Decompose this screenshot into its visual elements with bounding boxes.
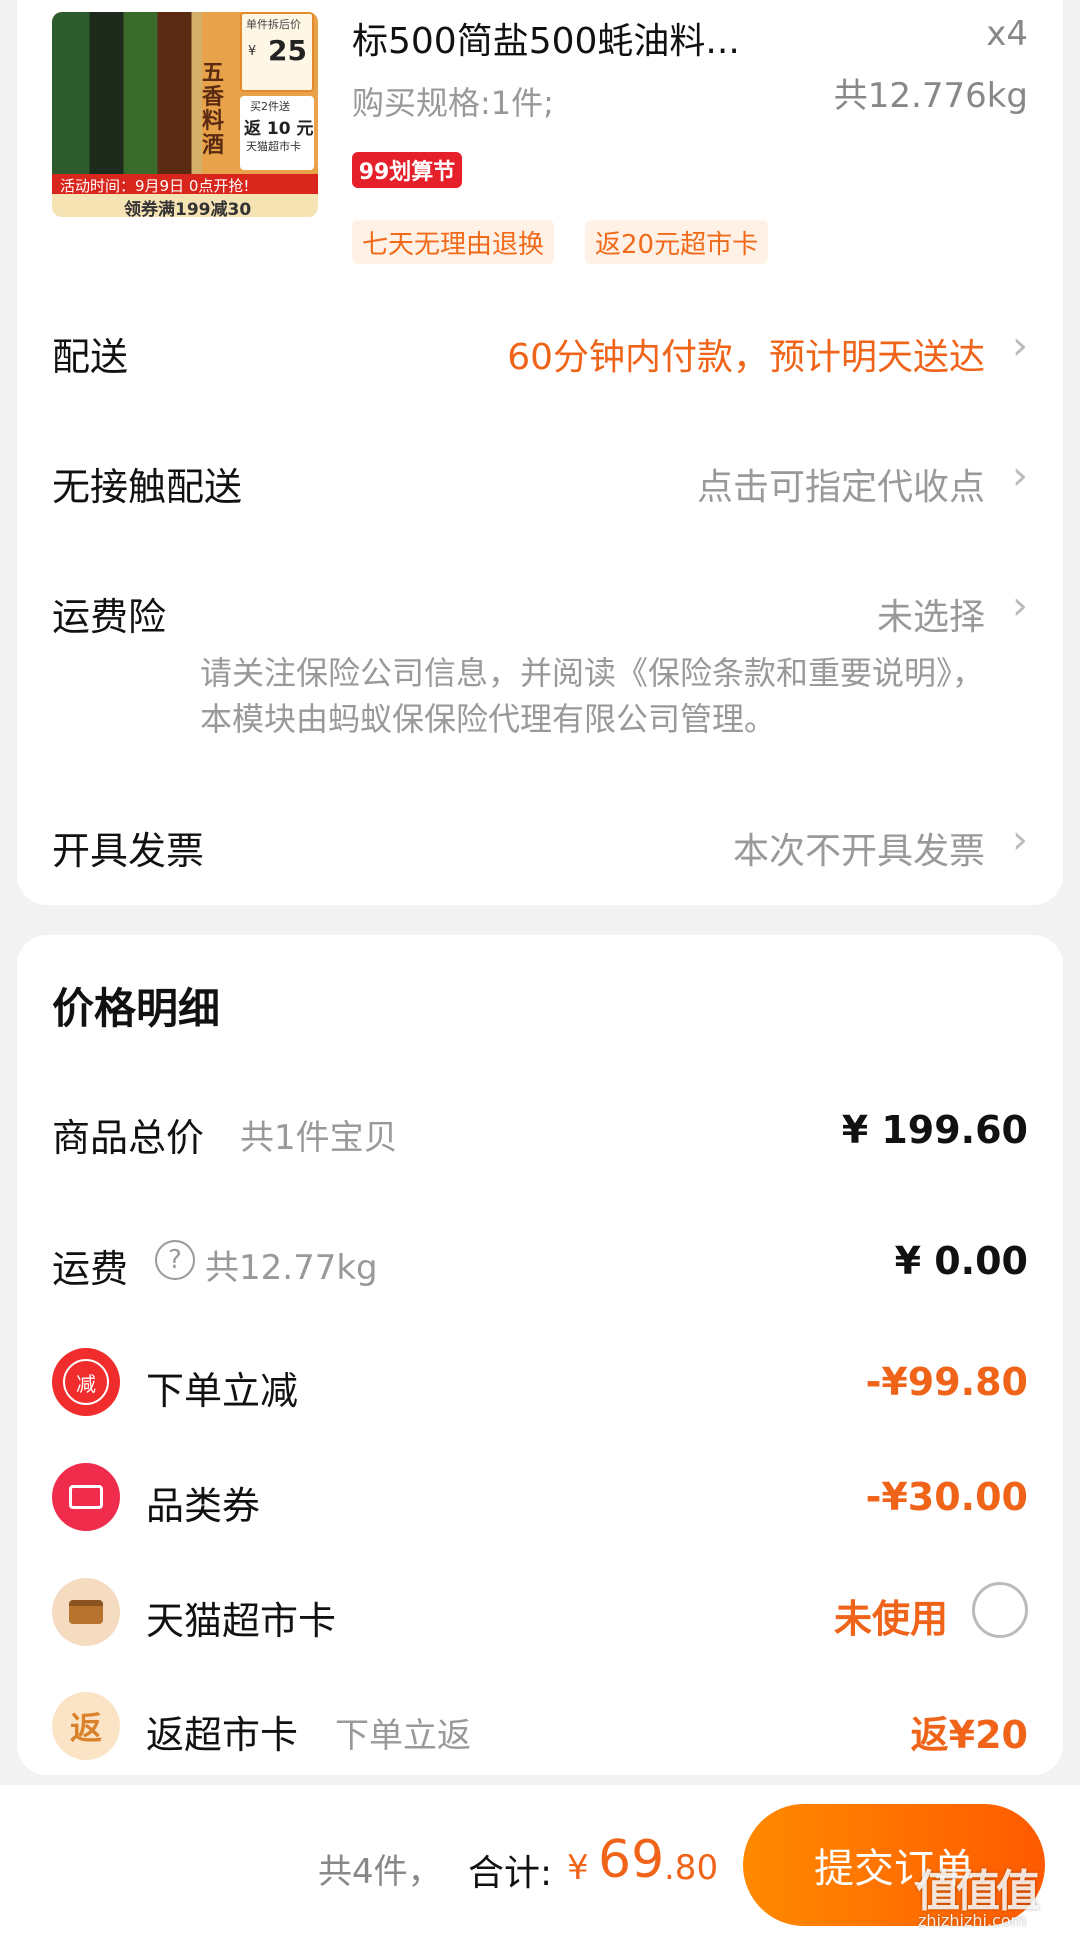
category-coupon-label: 品类券 — [146, 1484, 261, 1528]
watermark: 值值值 zhizhizhi.com — [908, 1855, 1068, 1935]
contactless-label: 无接触配送 — [52, 465, 243, 509]
items-total-amount: ¥ 199.60 — [841, 1108, 1028, 1152]
thumb-activity-time: 活动时间：9月9日 0点开抢! — [60, 177, 250, 195]
thumb-price-value: 25 — [268, 34, 307, 67]
question-circle-icon[interactable]: ? — [155, 1240, 195, 1280]
supermarket-card-status: 未使用 — [833, 1597, 948, 1641]
shipping-weight: 共12.77kg — [205, 1248, 378, 1288]
chevron-right-icon: › — [1012, 817, 1028, 863]
chevron-right-icon: › — [1012, 453, 1028, 499]
thumb-promo-line3: 天猫超市卡 — [246, 140, 301, 153]
chevron-right-icon: › — [1012, 323, 1028, 369]
contactless-value: 点击可指定代收点 — [696, 467, 985, 508]
instant-discount-amount: -¥99.80 — [865, 1360, 1028, 1404]
thumb-activity-strip: 活动时间：9月9日 0点开抢! — [52, 174, 318, 195]
footer-currency: ¥ — [567, 1848, 589, 1888]
invoice-label: 开具发票 — [52, 829, 205, 873]
insurance-note[interactable]: 请关注保险公司信息，并阅读《保险条款和重要说明》，本模块由蚂蚁保保险代理有限公司… — [200, 650, 1000, 742]
items-total-sub: 共1件宝贝 — [240, 1118, 398, 1158]
cashback-card-amount: 返¥20 — [910, 1713, 1028, 1757]
tag-return-policy: 七天无理由退换 — [352, 220, 555, 264]
thumb-coupon-strip: 领券满199减30 — [52, 194, 318, 217]
product-weight: 共12.776kg — [833, 76, 1028, 116]
product-bottles-image — [52, 12, 222, 177]
footer-total-int: 69 — [598, 1830, 665, 1890]
cashback-badge-text: 返 — [69, 1709, 102, 1747]
footer-total-dec: .80 — [664, 1848, 719, 1888]
thumb-coupon-text: 领券满199减30 — [124, 200, 252, 217]
discount-badge-icon: 减 — [52, 1348, 120, 1416]
thumb-promo-line1: 买2件送 — [250, 100, 290, 113]
product-thumbnail[interactable]: 五香料酒 单件拆后价 ¥ 25 买2件送 返 10 元 天猫超市卡 活动时间：9… — [52, 12, 318, 217]
thumb-promo-line2: 返 10 元 — [244, 119, 314, 139]
thumb-price-currency: ¥ — [248, 44, 257, 59]
delivery-value: 60分钟内付款，预计明天送达 — [507, 337, 985, 378]
cashback-card-sub: 下单立返 — [335, 1716, 471, 1756]
items-total-label: 商品总价 — [52, 1116, 205, 1160]
thumb-price-tag: 单件拆后价 ¥ 25 — [240, 12, 314, 92]
tag-cashback: 返20元超市卡 — [585, 220, 769, 264]
card-icon-shape — [69, 1600, 103, 1624]
shipping-insurance-label: 运费险 — [52, 595, 167, 639]
cashback-card-label: 返超市卡 — [146, 1713, 299, 1757]
cashback-badge-icon: 返 — [52, 1692, 120, 1760]
category-coupon-amount[interactable]: -¥30.00 — [866, 1475, 1028, 1519]
chevron-right-icon: › — [1012, 583, 1028, 629]
discount-badge-text: 减 — [63, 1359, 109, 1405]
supermarket-card-radio[interactable] — [972, 1582, 1028, 1638]
thumb-promo-box: 买2件送 返 10 元 天猫超市卡 — [240, 96, 314, 170]
product-title[interactable]: 标500简盐500蚝油料... — [352, 12, 740, 64]
price-detail-card — [17, 935, 1063, 1775]
card-icon — [52, 1578, 120, 1646]
footer-count: 共4件， — [318, 1852, 442, 1892]
watermark-logo: 值值值 — [916, 1866, 1040, 1917]
ticket-icon-shape — [69, 1485, 103, 1509]
instant-discount-label: 下单立减 — [146, 1369, 299, 1413]
footer-total-label: 合计: — [468, 1853, 553, 1894]
festival-badge: 99划算节 — [352, 152, 462, 188]
watermark-url: zhizhizhi.com — [918, 1911, 1027, 1930]
product-box-text: 五香料酒 — [202, 61, 225, 158]
ticket-icon — [52, 1463, 120, 1531]
supermarket-card-label: 天猫超市卡 — [146, 1599, 337, 1643]
shipping-fee-label: 运费 — [52, 1247, 129, 1291]
product-spec: 购买规格:1件; — [352, 84, 554, 122]
thumb-price-label: 单件拆后价 — [246, 18, 301, 31]
invoice-value: 本次不开具发票 — [732, 831, 985, 872]
delivery-label: 配送 — [52, 335, 129, 379]
product-quantity: x4 — [986, 14, 1028, 54]
price-detail-title: 价格明细 — [52, 984, 221, 1033]
shipping-insurance-value: 未选择 — [876, 597, 985, 638]
shipping-fee-amount: ¥ 0.00 — [894, 1239, 1028, 1283]
